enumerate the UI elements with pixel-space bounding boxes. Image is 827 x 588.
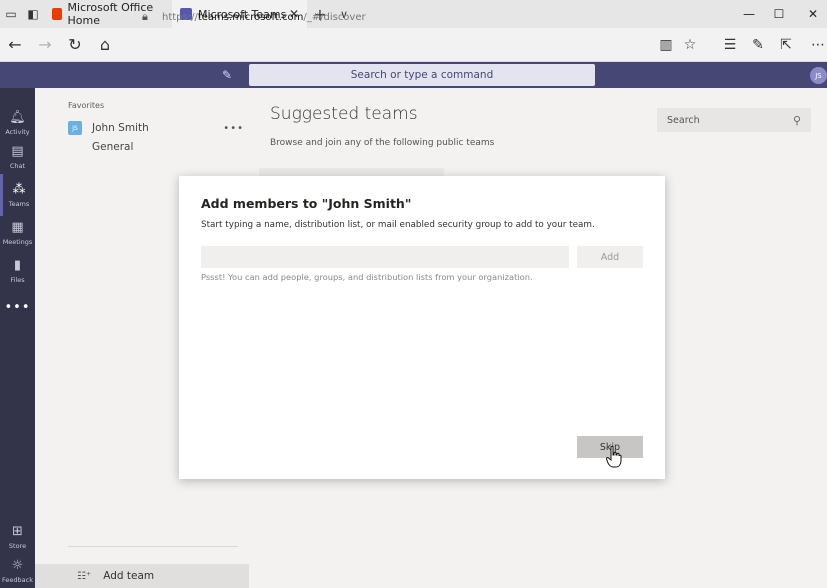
tab-preview-icon[interactable]: ▭ [0,0,22,28]
dialog-title: Add members to "John Smith" [201,196,412,211]
url-field[interactable]: 🔒︎ https://teams.microsoft.com/_#/discov… [142,6,662,28]
rail-item-label: Files [10,275,25,284]
more-menu-icon[interactable]: ⋯ [806,28,827,62]
teams-icon: ⁂ [12,181,26,197]
compose-icon[interactable]: ✎ [222,68,236,82]
add-team-label: Add team [103,570,155,582]
team-item-john-smith[interactable]: JS John Smith ••• [68,118,244,138]
teams-header: ✎ Search or type a command JS [0,62,827,88]
url-domain: teams.microsoft.com [197,11,304,23]
rail-item-label: Teams [8,199,30,208]
store-icon: ⊞ [12,523,23,539]
rail-item-label: Meetings [2,237,33,246]
lock-icon: 🔒︎ [142,10,148,23]
favorite-star-icon[interactable]: ☆ [678,28,702,62]
favorites-hub-icon[interactable]: ☰ [718,28,742,62]
chat-icon: ▤ [11,143,24,159]
rail-item-label: Feedback [2,575,33,584]
team-search-input[interactable]: Search ⚲ [657,108,811,132]
page-subtitle: Browse and join any of the following pub… [270,138,495,148]
member-search-input[interactable] [201,246,569,268]
back-icon[interactable]: ← [0,28,30,62]
team-search-label: Search [667,114,700,126]
dialog-hint: Pssst! You can add people, groups, and d… [201,272,533,282]
rail-item-teams[interactable]: ⁂ Teams [0,174,35,216]
url-prefix: https:// [162,11,198,23]
share-icon[interactable]: ⇱ [774,28,798,62]
page-title: Suggested teams [270,104,418,124]
rail-item-files[interactable]: ▮ Files [0,250,35,292]
channel-general[interactable]: General [92,141,133,153]
web-note-icon[interactable]: ✎ [746,28,770,62]
close-window-icon[interactable]: ✕ [800,0,826,28]
more-apps-icon[interactable]: ••• [0,300,35,315]
rail-item-feedback[interactable]: ☼ Feedback [0,550,35,588]
reading-view-icon[interactable]: ▥ [654,28,678,62]
rail-item-label: Store [8,541,27,550]
rail-item-meetings[interactable]: ▦ Meetings [0,212,35,254]
command-search-input[interactable]: Search or type a command [249,64,595,86]
team-name: John Smith [92,122,149,134]
minimize-icon[interactable]: — [736,0,762,28]
address-bar: ← → ↻ ⌂ [0,28,827,62]
command-search-placeholder: Search or type a command [350,69,494,81]
maximize-icon[interactable]: ☐ [766,0,792,28]
more-options-icon[interactable]: ••• [223,123,244,134]
add-members-dialog: Add members to "John Smith" Start typing… [179,176,665,479]
rail-item-label: Chat [9,161,26,170]
add-button[interactable]: Add [577,246,643,268]
url-path: /_#/discover [303,11,366,23]
refresh-icon[interactable]: ↻ [60,28,90,62]
hand-cursor-icon [606,446,622,468]
calendar-icon: ▦ [11,219,24,235]
home-icon[interactable]: ⌂ [90,28,120,62]
user-avatar[interactable]: JS [810,67,827,84]
dialog-description: Start typing a name, distribution list, … [201,220,595,230]
app-rail: 🔔︎ Activity ▤ Chat ⁂ Teams ▦ Meetings ▮ … [0,88,35,588]
team-avatar: JS [68,121,82,135]
divider [68,546,238,547]
add-team-icon: ☷⁺ [77,570,92,582]
files-icon: ▮ [13,257,22,273]
set-tabs-aside-icon[interactable]: ◧ [22,0,44,28]
forward-icon[interactable]: → [30,28,60,62]
favorites-heading: Favorites [68,101,105,110]
add-team-button[interactable]: ☷⁺ Add team [35,564,249,588]
rail-item-label: Activity [5,127,30,136]
office-favicon-icon [52,8,62,20]
search-icon: ⚲ [792,113,801,127]
bell-icon: 🔔︎ [9,109,26,125]
rail-item-chat[interactable]: ▤ Chat [0,136,35,178]
feedback-icon: ☼ [11,557,24,573]
